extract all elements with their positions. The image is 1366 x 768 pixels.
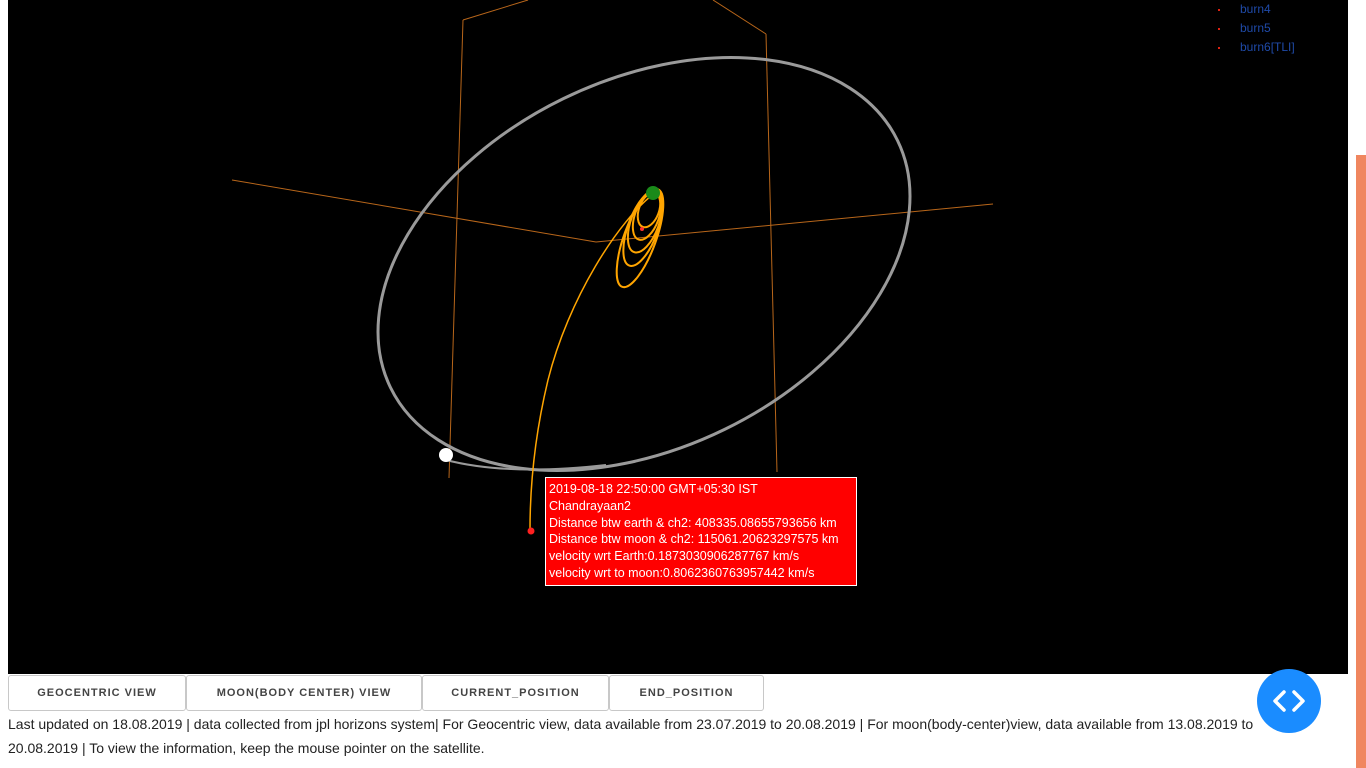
frame-left	[448, 19, 464, 479]
orbit-viewport[interactable]: burn4 burn5 burn6[TLI] 2019-08-18 22:50:…	[8, 0, 1348, 674]
moon-orbit-ellipse	[376, 56, 912, 472]
legend-label: burn5	[1240, 21, 1271, 35]
code-brackets-icon	[1273, 690, 1305, 712]
tooltip-moon-distance: Distance btw moon & ch2: 115061.20623297…	[549, 532, 839, 547]
frame-top-right	[712, 0, 767, 35]
end-position-button[interactable]: END_POSITION	[609, 675, 764, 711]
legend-dot-icon	[1218, 8, 1220, 11]
nav-fab-button[interactable]	[1257, 669, 1321, 733]
view-button-bar: GEOCENTRIC VIEW MOON(BODY CENTER) VIEW C…	[8, 675, 764, 713]
info-text: Last updated on 18.08.2019 | data collec…	[8, 716, 1254, 756]
current-position-button[interactable]: CURRENT_POSITION	[422, 675, 609, 711]
moon-orbit	[376, 56, 912, 472]
tooltip-timestamp: 2019-08-18 22:50:00 GMT+05:30 IST	[549, 482, 758, 496]
frame-top-left	[462, 0, 529, 21]
legend-label: burn4	[1240, 2, 1271, 16]
legend-dot-icon	[1218, 46, 1220, 49]
tooltip-moon-velocity: velocity wrt to moon:0.8062360763957442 …	[549, 565, 815, 580]
moon-marker[interactable]	[439, 448, 453, 462]
legend-item[interactable]: burn6[TLI]	[1218, 38, 1338, 57]
spacecraft-marker[interactable]	[527, 527, 535, 535]
legend-item[interactable]: burn5	[1218, 19, 1338, 38]
axis-line-x	[231, 179, 597, 243]
geocentric-view-button[interactable]: GEOCENTRIC VIEW	[8, 675, 186, 711]
moon-view-button[interactable]: MOON(BODY CENTER) VIEW	[186, 675, 422, 711]
tooltip-earth-distance: Distance btw earth & ch2: 408335.0865579…	[549, 515, 837, 530]
tooltip-earth-velocity: velocity wrt Earth:0.1873030906287767 km…	[549, 549, 800, 564]
satellite-tooltip: 2019-08-18 22:50:00 GMT+05:30 IST Chandr…	[545, 477, 857, 586]
tooltip-satellite-name: Chandrayaan2	[549, 498, 632, 513]
legend-label: burn6[TLI]	[1240, 40, 1295, 54]
earth-marker[interactable]	[646, 186, 660, 200]
legend-dot-icon	[1218, 27, 1220, 30]
scrollbar-thumb[interactable]	[1356, 155, 1366, 768]
legend-item[interactable]: burn4	[1218, 0, 1338, 19]
burn-legend: burn4 burn5 burn6[TLI]	[1218, 0, 1338, 57]
burn-marker	[640, 227, 644, 231]
page-scrollbar[interactable]	[1356, 0, 1366, 768]
